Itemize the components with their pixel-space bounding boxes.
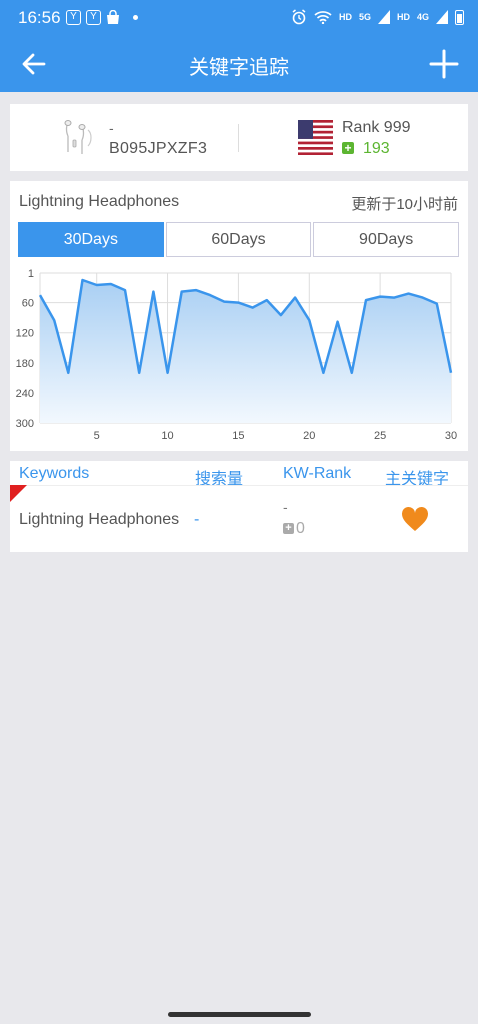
x-tick-label: 10 <box>161 430 173 442</box>
alarm-icon <box>292 9 306 25</box>
rank-area <box>40 280 451 423</box>
shopping-bag-icon <box>107 10 119 24</box>
keyword-title: Lightning Headphones <box>19 193 180 210</box>
divider <box>10 485 468 486</box>
rank-change: 193 <box>363 140 390 157</box>
keywords-table: Keywords 搜索量 KW-Rank 主关键字 Lightning Head… <box>10 461 468 552</box>
app-bar: 关键字追踪 <box>0 36 478 92</box>
page-title: 关键字追踪 <box>189 57 289 79</box>
status-time: 16:56 <box>18 8 61 27</box>
trend-card: Lightning Headphones 更新于10小时前 30Days 60D… <box>10 181 468 451</box>
divider <box>238 124 239 152</box>
header-kw-rank[interactable]: KW-Rank <box>283 465 351 483</box>
tab-30days[interactable]: 30Days <box>18 222 164 257</box>
y-tick-label: 120 <box>16 328 34 340</box>
headphones-product-image <box>64 120 92 154</box>
y-tick-label: 300 <box>16 418 34 430</box>
y-tick-label: 240 <box>16 388 34 400</box>
corner-flag-icon <box>10 485 27 502</box>
system-nav-bar <box>0 1008 478 1024</box>
x-tick-label: 5 <box>94 430 100 442</box>
row-search-volume: - <box>194 511 200 528</box>
us-flag-icon <box>298 120 333 155</box>
network-4g-label: 4G <box>416 12 429 22</box>
y-tick-label: 1 <box>28 268 34 280</box>
hd-label: HD <box>338 12 352 22</box>
rank-trend-chart: 1 60 120 180 240 300 5 10 15 20 25 30 <box>16 268 457 442</box>
row-kw-rank: - <box>283 499 288 515</box>
x-tick-label: 30 <box>445 430 457 442</box>
notification-icons: Y Y <box>66 10 138 25</box>
tab-60days[interactable]: 60Days <box>165 222 312 257</box>
signal-icon <box>436 10 448 24</box>
product-asin: B095JPXZF3 <box>109 140 208 157</box>
status-icons: HD 5G HD 4G <box>291 9 464 25</box>
plus-box-icon: + <box>283 523 294 534</box>
rank-label: Rank 999 <box>342 119 411 136</box>
wifi-icon <box>314 11 332 24</box>
header-keywords[interactable]: Keywords <box>19 465 89 483</box>
plus-box-icon: + <box>342 142 354 154</box>
hd-label: HD <box>396 12 410 22</box>
more-notifications-dot <box>133 15 138 20</box>
row-rank-change: 0 <box>296 520 305 537</box>
x-tick-label: 15 <box>232 430 244 442</box>
x-tick-label: 20 <box>303 430 315 442</box>
signal-icon <box>377 10 390 24</box>
updated-time: 更新于10小时前 <box>351 196 458 213</box>
plus-icon[interactable] <box>428 48 460 80</box>
tab-90days[interactable]: 90Days <box>313 222 460 257</box>
notification-icon: Y <box>86 10 101 25</box>
status-bar: 16:56 Y Y HD 5G HD 4G <box>0 0 478 36</box>
period-tabs: 30Days 60Days 90Days <box>18 222 460 257</box>
product-card[interactable]: - B095JPXZF3 Rank 999 + 193 <box>10 104 468 171</box>
network-5g-label: 5G <box>358 12 371 22</box>
row-keyword[interactable]: Lightning Headphones <box>19 511 179 529</box>
product-title: - <box>109 120 114 136</box>
notification-icon: Y <box>66 10 81 25</box>
home-gesture-bar[interactable] <box>168 1012 311 1017</box>
battery-icon <box>455 9 464 25</box>
x-tick-label: 25 <box>374 430 386 442</box>
heart-icon[interactable] <box>401 506 429 532</box>
y-tick-label: 180 <box>16 358 34 370</box>
y-tick-label: 60 <box>22 298 34 310</box>
